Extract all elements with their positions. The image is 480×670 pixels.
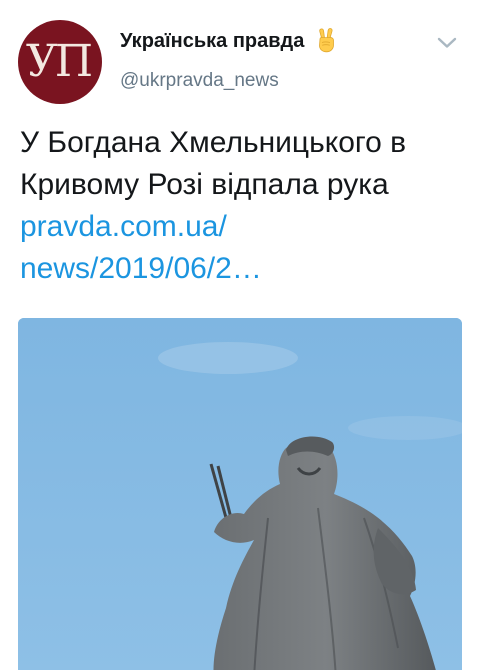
author-avatar[interactable]: УП — [18, 20, 102, 104]
author-display-name[interactable]: Українська правда — [120, 30, 304, 53]
tweet-body: У Богдана Хмельницького в Кривому Розі в… — [20, 122, 465, 290]
tweet-text-line: У Богдана Хмельницького в — [20, 126, 407, 159]
author-handle[interactable]: @ukrpravda_news — [120, 70, 279, 92]
chevron-down-icon[interactable] — [434, 34, 460, 52]
tweet-link-line[interactable]: news/2019/06/2… — [20, 248, 465, 290]
author-name-row: Українська правда — [120, 27, 338, 53]
victory-hand-emoji-icon — [314, 27, 338, 53]
tweet-card: УП Українська правда @ukrpravda_news У Б… — [0, 0, 480, 670]
statue-photo — [18, 318, 462, 670]
tweet-text-line: Кривому Розі відпала рука — [20, 168, 389, 201]
tweet-link-line[interactable]: pravda.com.ua/ — [20, 206, 465, 248]
tweet-media-photo[interactable] — [18, 318, 462, 670]
avatar-logo-text: УП — [25, 36, 93, 87]
